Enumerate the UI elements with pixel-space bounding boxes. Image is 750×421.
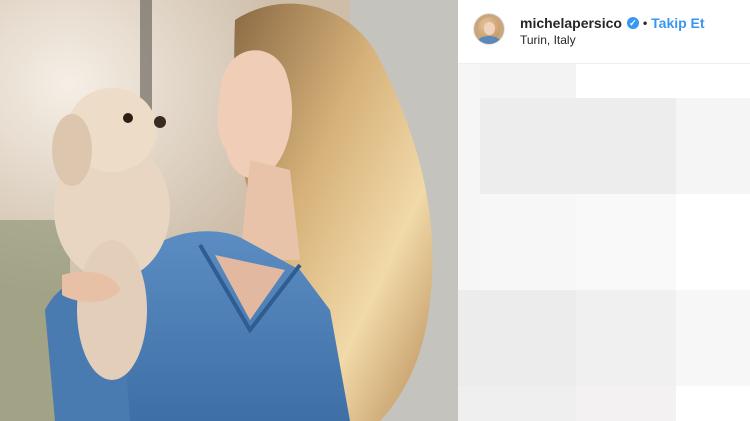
blur-block	[576, 290, 676, 386]
location-link[interactable]: Turin, Italy	[520, 33, 576, 47]
blur-block	[458, 290, 576, 386]
blur-block	[676, 290, 750, 386]
post-image	[0, 0, 458, 421]
blur-block	[576, 386, 676, 421]
avatar-face	[484, 22, 495, 35]
blur-block	[576, 194, 676, 290]
blur-block	[458, 386, 576, 421]
post-header: michelapersico ✓ • Takip Et Turin, Italy	[458, 0, 750, 64]
avatar[interactable]	[474, 14, 504, 44]
verified-badge-icon: ✓	[626, 17, 639, 29]
post-sidebar: michelapersico ✓ • Takip Et Turin, Italy	[458, 0, 750, 421]
blur-block	[480, 194, 576, 290]
username-link[interactable]: michelapersico	[520, 15, 622, 31]
username-row: michelapersico ✓ • Takip Et	[520, 15, 705, 31]
blur-block	[676, 98, 750, 194]
blur-block	[480, 98, 676, 194]
separator-dot: •	[642, 16, 648, 30]
avatar-shirt	[477, 36, 501, 44]
post-photo[interactable]	[0, 0, 458, 421]
follow-button[interactable]: Takip Et	[651, 15, 704, 31]
blur-block	[480, 64, 576, 98]
comments-area	[458, 64, 750, 421]
